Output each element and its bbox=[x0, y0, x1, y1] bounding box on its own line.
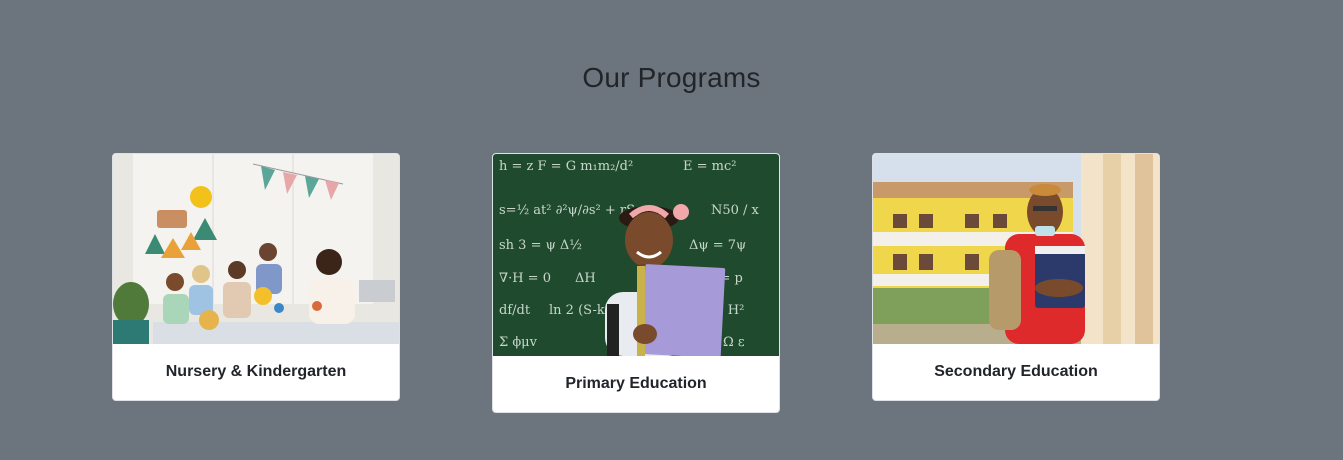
svg-text:h = z F = G m₁m₂/d²: h = z F = G m₁m₂/d² bbox=[499, 159, 633, 174]
program-image-nursery bbox=[113, 154, 399, 344]
program-card-primary[interactable]: h = z F = G m₁m₂/d² E = mc² s=½ at² ∂²ψ/… bbox=[492, 153, 780, 413]
chalk-formula-divergence: ∇·H = 0 bbox=[499, 271, 551, 286]
chalk-formula-delta-h: ΔH bbox=[575, 271, 596, 286]
chalk-formula-n50: N50 / x bbox=[711, 203, 760, 218]
svg-text:ln 2 (S-k): ln 2 (S-k) bbox=[549, 303, 610, 318]
program-card-secondary[interactable]: Secondary Education bbox=[872, 153, 1160, 401]
svg-text:s=½ at² ∂²ψ/∂s² + rS: s=½ at² ∂²ψ/∂s² + rS bbox=[499, 203, 635, 218]
chalk-formula-dfdt: df/dt bbox=[499, 303, 531, 318]
svg-text:Δψ = 7ψ: Δψ = 7ψ bbox=[689, 238, 746, 253]
chalk-formula-emc2: E = mc² bbox=[683, 159, 736, 174]
program-image-primary: h = z F = G m₁m₂/d² E = mc² s=½ at² ∂²ψ/… bbox=[493, 154, 779, 356]
section-title: Our Programs bbox=[582, 62, 761, 93]
svg-text:sh 3 = ψ Δ½: sh 3 = ψ Δ½ bbox=[499, 238, 582, 253]
program-image-secondary bbox=[873, 154, 1159, 344]
program-title-nursery: Nursery & Kindergarten bbox=[165, 363, 347, 380]
programs-section: Our Programs Nursery & Kindergarten h = … bbox=[0, 0, 1343, 460]
program-title-primary: Primary Education bbox=[565, 375, 707, 392]
svg-text:Σ ϕμv: Σ ϕμv bbox=[499, 335, 538, 350]
program-title-secondary: Secondary Education bbox=[934, 363, 1098, 380]
program-card-nursery[interactable]: Nursery & Kindergarten bbox=[112, 153, 400, 401]
svg-text:Ω ε: Ω ε bbox=[723, 335, 745, 350]
